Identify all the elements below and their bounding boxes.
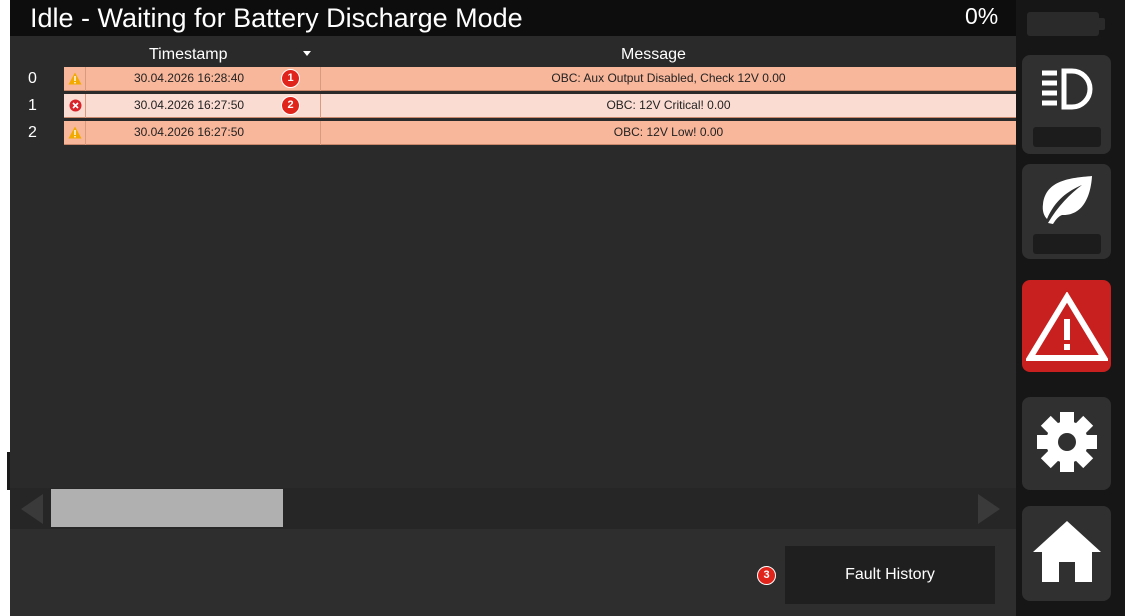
left-edge: [0, 0, 10, 616]
gear-icon: [1037, 412, 1097, 472]
horizontal-scrollbar[interactable]: [10, 488, 1016, 529]
callout-badge: 1: [281, 69, 300, 88]
battery-icon: [1027, 12, 1099, 36]
message-cell: OBC: 12V Low! 0.00: [613, 125, 724, 139]
timestamp-cell: 30.04.2026 16:27:50: [86, 121, 321, 145]
row-index: 1: [28, 97, 37, 114]
home-icon: [1033, 521, 1101, 582]
message-cell: OBC: Aux Output Disabled, Check 12V 0.00: [551, 71, 786, 85]
callout-badge: 2: [281, 96, 300, 115]
row-cells: 30.04.2026 16:27:50 OBC: 12V Critical! 0…: [64, 94, 1016, 118]
severity-cell: [64, 67, 86, 91]
nav-faults-button[interactable]: [1022, 280, 1111, 372]
table-row[interactable]: 1 30.04.2026 16:27:50 OBC: 12V Critical!…: [10, 94, 1016, 118]
severity-cell: [64, 94, 86, 118]
row-index: 0: [28, 70, 37, 87]
screen: Idle - Waiting for Battery Discharge Mod…: [0, 0, 1125, 616]
status-title: Idle - Waiting for Battery Discharge Mod…: [30, 3, 523, 33]
sort-descending-icon[interactable]: [303, 51, 311, 56]
message-cell: OBC: 12V Critical! 0.00: [606, 98, 731, 112]
warning-icon: [68, 72, 82, 85]
nav-lights-button[interactable]: [1022, 55, 1111, 154]
nav-settings-button[interactable]: [1022, 397, 1111, 490]
row-index: 2: [28, 124, 37, 141]
table-header: Timestamp Message: [10, 46, 1016, 63]
column-header-timestamp[interactable]: Timestamp: [149, 46, 228, 64]
error-icon: [69, 99, 82, 112]
status-header: Idle - Waiting for Battery Discharge Mod…: [10, 0, 1016, 36]
table-row[interactable]: 2 30.04.2026 16:27:50 OBC: 12V Low! 0.00: [10, 121, 1016, 145]
leaf-icon: [1042, 176, 1092, 224]
battery-tip: [1099, 18, 1105, 30]
callout-badge: 3: [757, 566, 776, 585]
scroll-left-arrow-icon[interactable]: [21, 494, 43, 524]
row-cells: 30.04.2026 16:28:40 OBC: Aux Output Disa…: [64, 67, 1016, 91]
nav-eco-button[interactable]: [1022, 164, 1111, 259]
lights-indicator: [1033, 127, 1101, 147]
column-header-message[interactable]: Message: [621, 46, 686, 64]
fault-history-button[interactable]: Fault History: [785, 546, 995, 604]
warning-icon: [68, 126, 82, 139]
severity-cell: [64, 121, 86, 145]
warning-triangle-icon: [1026, 292, 1108, 361]
battery-percent: 0%: [965, 3, 999, 29]
eco-indicator: [1033, 234, 1101, 254]
scroll-right-arrow-icon[interactable]: [978, 494, 1000, 524]
nav-home-button[interactable]: [1022, 506, 1111, 601]
row-cells: 30.04.2026 16:27:50 OBC: 12V Low! 0.00: [64, 121, 1016, 145]
table-row[interactable]: 0 30.04.2026 16:28:40 OBC: Aux Output Di…: [10, 67, 1016, 91]
scroll-thumb[interactable]: [51, 489, 283, 527]
headlight-icon: [1042, 68, 1093, 110]
